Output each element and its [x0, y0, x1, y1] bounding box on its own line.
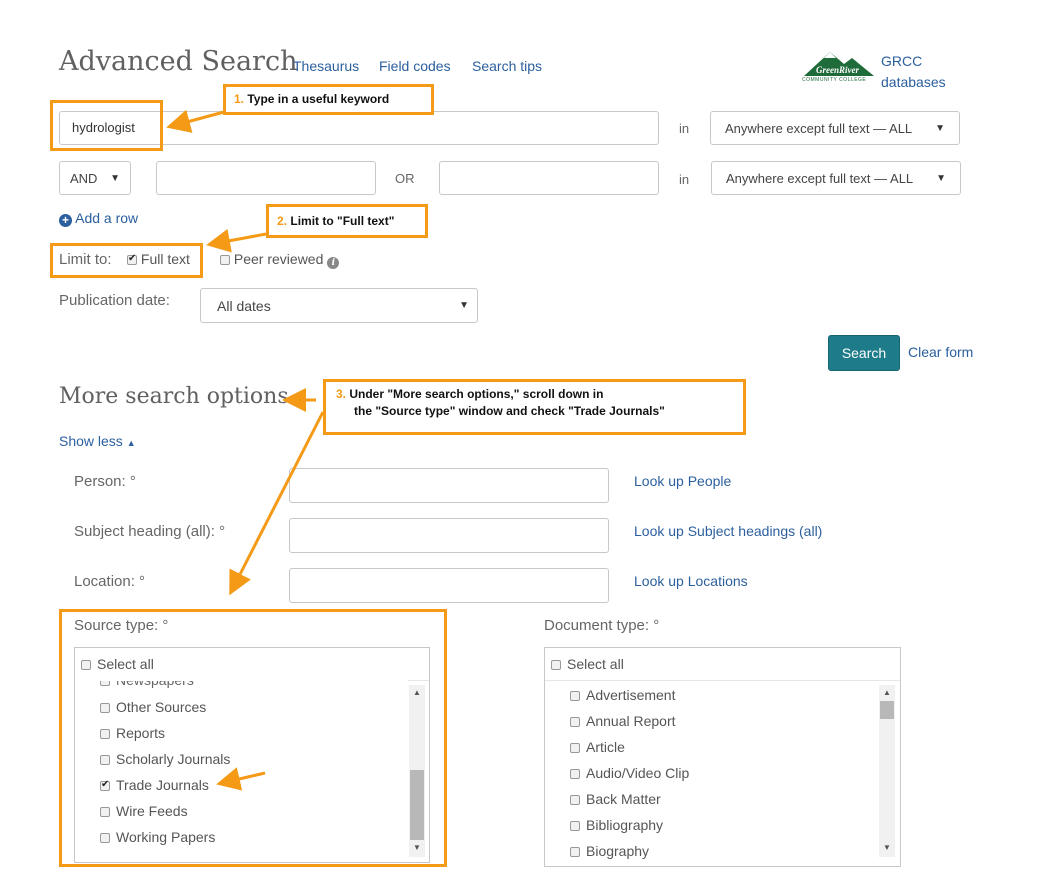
arrow-to-trade-journals — [216, 767, 266, 791]
annotation-arrows — [166, 109, 325, 791]
arrow-to-limit — [206, 228, 267, 253]
arrow-to-source-type — [229, 411, 325, 596]
arrow-to-keyword — [166, 109, 225, 133]
